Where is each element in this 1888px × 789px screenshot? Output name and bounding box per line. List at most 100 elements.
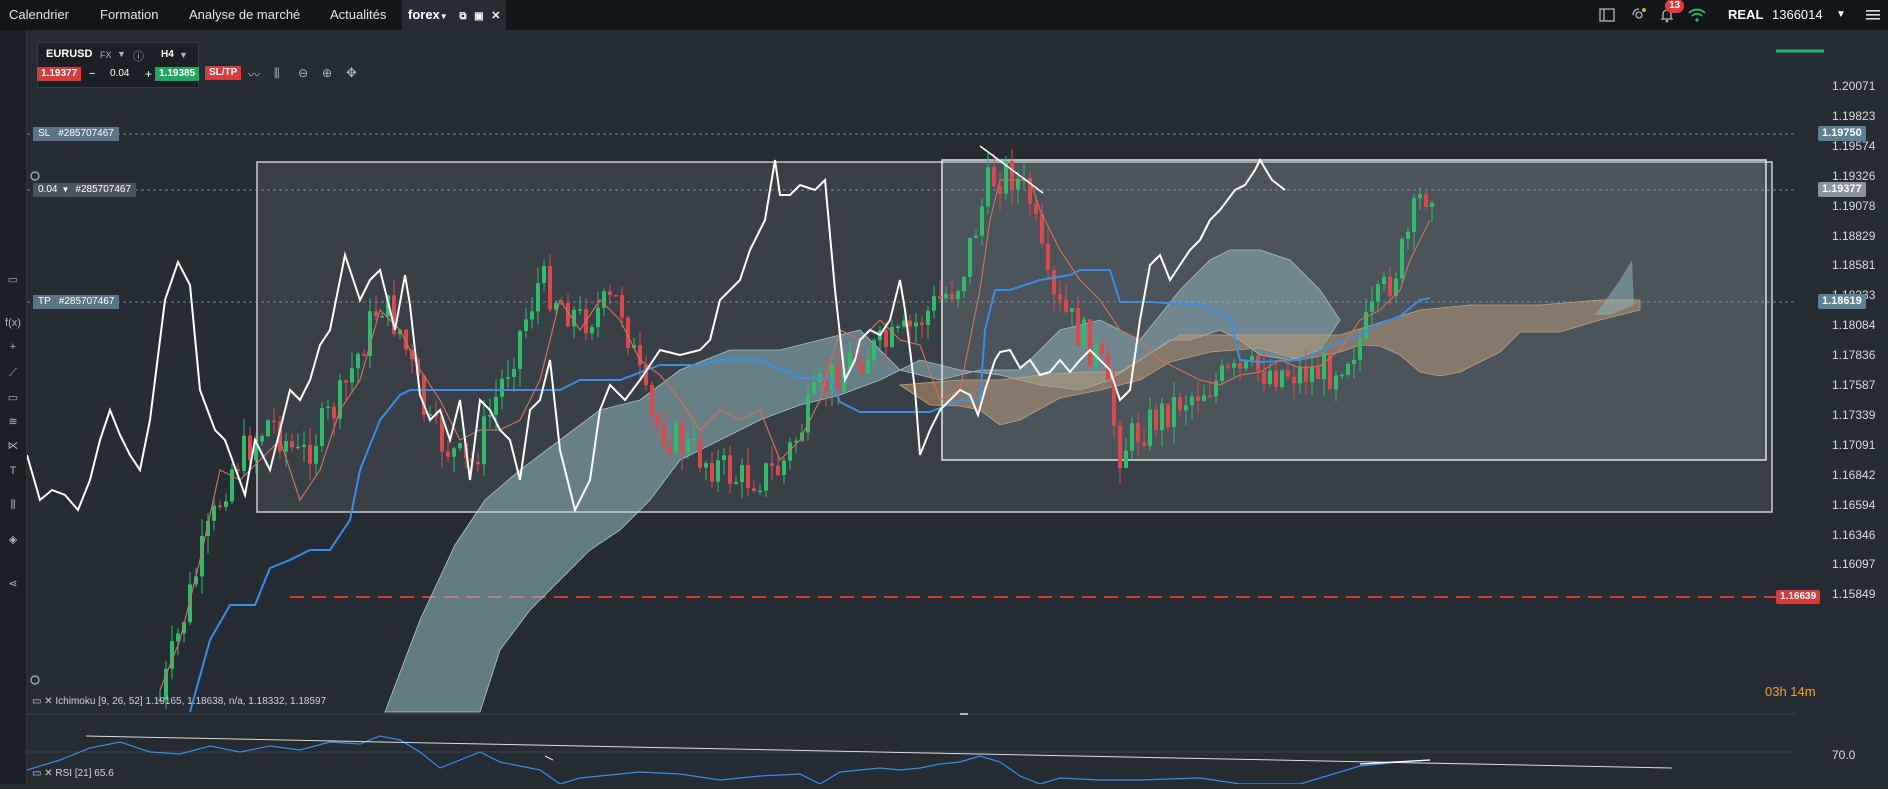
rsi-legend[interactable]: ▭ ✕ RSI [21] 65.6 (32, 768, 114, 779)
position-dropdown-icon[interactable]: ▼ (61, 185, 69, 194)
candle-body (1406, 231, 1410, 239)
candle-body (500, 378, 504, 397)
candle-body (1256, 355, 1260, 371)
watchlist-icon[interactable]: ▭ (4, 270, 22, 288)
candle-body (1238, 363, 1242, 369)
sell-button[interactable]: 1.19377 (37, 67, 82, 81)
account-number[interactable]: 1366014 (1772, 0, 1823, 30)
candle-chart-icon[interactable]: ⫼ (274, 66, 280, 81)
symbol-dropdown-icon[interactable]: ▼ (117, 49, 126, 59)
candle-body (638, 344, 642, 366)
timeframe-select[interactable]: H4 (161, 49, 174, 60)
candle-body (1286, 370, 1290, 377)
sl-order-label[interactable]: SL #285707467 (33, 127, 119, 141)
candle-body (902, 320, 906, 327)
tp-price-tag[interactable]: 1.18619 (1818, 294, 1866, 309)
wifi-icon (1688, 6, 1706, 24)
close-icon[interactable]: ✕ (491, 10, 500, 22)
candle-body (308, 444, 312, 464)
candle-body (608, 291, 612, 296)
candle-body (1346, 363, 1350, 375)
candle-body (980, 206, 984, 236)
candle-body (332, 406, 336, 419)
window-icon[interactable]: ▣ (474, 11, 483, 22)
popout-icon[interactable]: ⧉ (459, 11, 466, 22)
candle-body (1052, 270, 1056, 294)
sl-price-tag[interactable]: 1.19750 (1818, 126, 1866, 141)
price-axis-label: 1.19823 (1832, 108, 1876, 123)
line-tool-icon[interactable]: ⟋ (4, 364, 22, 382)
candle-body (1034, 203, 1038, 214)
menu-icon[interactable] (1864, 6, 1882, 24)
sl-id: #285707467 (58, 128, 114, 139)
zoom-out-icon[interactable]: ⊖ (298, 66, 308, 80)
candle-body (1376, 284, 1380, 302)
candle-body (938, 296, 942, 299)
candle-body (656, 415, 660, 426)
layout-icon[interactable] (1598, 6, 1616, 24)
position-label[interactable]: 0.04 ▼ #285707467 (33, 183, 137, 197)
rsi-visibility-icon[interactable]: ▭ ✕ (32, 768, 55, 779)
tab-forex-label: forex (408, 7, 440, 22)
crosshair-icon[interactable]: + (4, 338, 22, 356)
buy-button[interactable]: 1.19385 (155, 67, 200, 81)
candle-body (680, 422, 684, 453)
account-mode: REAL (1728, 7, 1764, 22)
indicators-icon[interactable]: ⫼ (4, 496, 22, 514)
timeframe-dropdown-icon[interactable]: ▼ (179, 50, 188, 60)
symbol-label[interactable]: EURUSD (46, 48, 92, 60)
candle-body (1058, 293, 1062, 300)
candle-body (494, 396, 498, 415)
move-icon[interactable]: ✥ (346, 65, 357, 81)
tab-formation[interactable]: Formation (100, 0, 159, 30)
candle-body (374, 311, 378, 317)
sltp-button[interactable]: SL/TP (205, 66, 242, 80)
ichimoku-visibility-icon[interactable]: ▭ ✕ (32, 696, 55, 707)
candle-body (344, 380, 348, 383)
candle-body (836, 364, 840, 392)
zoom-in-icon[interactable]: ⊕ (322, 66, 332, 80)
rectangle-tool-icon[interactable]: ▭ (4, 388, 22, 406)
volume-input[interactable]: 0.04 (110, 68, 129, 79)
candle-body (920, 322, 924, 325)
tab-calendrier[interactable]: Calendrier (9, 0, 69, 30)
tab-analyse-de-marche[interactable]: Analyse de marché (189, 0, 300, 30)
sl-text: SL (38, 128, 51, 139)
candle-body (872, 340, 876, 361)
candle-body (320, 407, 324, 446)
tab-actualites[interactable]: Actualités (330, 0, 386, 30)
share-icon[interactable]: ⋖ (4, 574, 22, 592)
fibonacci-icon[interactable]: ≋ (4, 412, 22, 430)
text-tool-icon[interactable]: T (4, 462, 22, 480)
tp-text: TP (38, 296, 51, 307)
line-chart-icon[interactable]: 〰 (248, 66, 260, 83)
price-axis-label: 1.17091 (1832, 437, 1876, 452)
candle-body (1424, 194, 1428, 207)
account-dropdown-icon[interactable]: ▼ (1836, 0, 1846, 30)
candle-body (1190, 396, 1194, 406)
price-chart[interactable] (26, 30, 1888, 789)
candle-body (908, 320, 912, 327)
tp-order-label[interactable]: TP #285707467 (33, 295, 120, 309)
tab-forex[interactable]: forex▼ ⧉ ▣ ✕ (402, 0, 507, 30)
chart-canvas[interactable] (26, 30, 1888, 785)
candle-body (1334, 375, 1338, 390)
alert-price-tag[interactable]: 1.16639 (1776, 590, 1821, 604)
candle-body (458, 443, 462, 449)
candle-body (1088, 319, 1092, 367)
signal-icon[interactable] (1630, 6, 1648, 24)
candle-body (812, 382, 816, 395)
candle-body (950, 293, 954, 300)
candle-body (272, 420, 276, 423)
function-icon[interactable]: f(x) (4, 314, 22, 332)
ichimoku-legend[interactable]: ▭ ✕ Ichimoku [9, 26, 52] 1.19165, 1.1863… (32, 696, 326, 707)
pitchfork-icon[interactable]: ⋉ (4, 436, 22, 454)
info-icon[interactable]: ⓘ (133, 48, 144, 64)
layers-icon[interactable]: ◈ (4, 530, 22, 548)
top-bar: Calendrier Formation Analyse de marché A… (0, 0, 1888, 31)
candle-body (548, 266, 552, 310)
volume-increase-button[interactable]: + (145, 67, 152, 81)
candle-body (698, 438, 702, 468)
caret-down-icon: ▼ (439, 12, 448, 21)
volume-decrease-button[interactable]: − (89, 68, 95, 80)
